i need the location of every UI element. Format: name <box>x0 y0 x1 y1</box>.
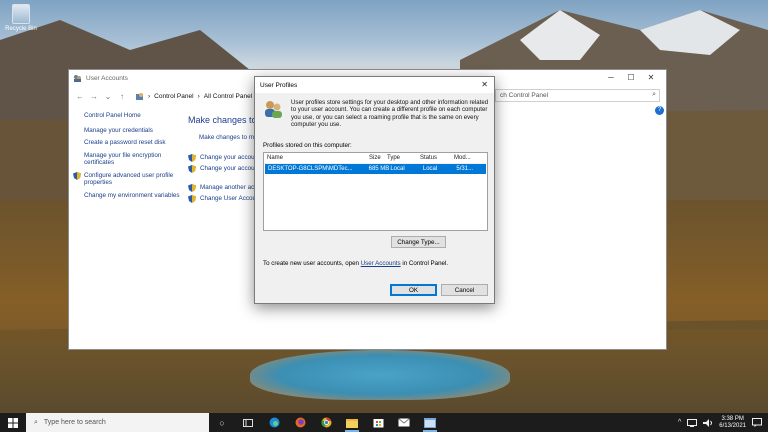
profiles-list[interactable]: Name Size Type Status Mod... DESKTOP-G8C… <box>263 152 488 231</box>
search-icon: ⌕ <box>652 91 656 98</box>
sidebar-item-encryption[interactable]: Manage your file encryption certificates <box>84 152 184 167</box>
link-label: Change your accou <box>200 154 255 161</box>
file-explorer-icon[interactable] <box>339 413 365 432</box>
intro-text: User profiles store settings for your de… <box>291 99 489 129</box>
back-button[interactable]: ← <box>75 92 85 101</box>
shield-icon <box>188 194 196 203</box>
task-view-icon[interactable] <box>235 413 261 432</box>
windows-logo-icon <box>8 417 18 428</box>
maximize-button[interactable]: ☐ <box>622 73 640 82</box>
change-uac-link[interactable]: Change User Accou <box>188 193 256 204</box>
column-size[interactable]: Size <box>369 155 387 161</box>
firefox-icon[interactable] <box>287 413 313 432</box>
breadcrumb-separator: › <box>148 92 151 100</box>
user-profiles-dialog: User Profiles ✕ User profiles store sett… <box>254 76 495 304</box>
profiles-stored-label: Profiles stored on this computer: <box>263 142 352 149</box>
help-icon[interactable]: ? <box>655 106 664 115</box>
list-header: Name Size Type Status Mod... <box>264 153 487 164</box>
make-changes-link[interactable]: Make changes to m <box>199 134 254 141</box>
breadcrumb-control-panel[interactable]: Control Panel <box>154 93 193 100</box>
breadcrumb: › Control Panel › All Control Panel Ite <box>135 92 261 101</box>
page-title: Make changes to <box>188 115 257 125</box>
taskbar-search-input[interactable]: ⌕ Type here to search <box>26 413 209 432</box>
recycle-bin-label: Recycle Bin <box>5 26 37 32</box>
users-icon <box>265 101 282 118</box>
change-type-button[interactable]: Change Type... <box>391 236 446 248</box>
shield-icon <box>188 164 196 173</box>
user-accounts-link[interactable]: User Accounts <box>361 260 401 267</box>
cancel-button[interactable]: Cancel <box>441 284 488 296</box>
forward-button[interactable]: → <box>89 92 99 101</box>
system-tray: ^ 3:38 PM 6/13/2021 <box>678 413 768 432</box>
breadcrumb-separator: › <box>197 92 200 100</box>
sidebar-item-password-reset[interactable]: Create a password reset disk <box>84 139 184 147</box>
recycle-bin-icon <box>12 4 30 24</box>
change-account-link-2[interactable]: Change your accou <box>188 163 256 174</box>
create-accounts-text: To create new user accounts, open User A… <box>263 260 448 267</box>
close-button[interactable]: ✕ <box>642 73 660 82</box>
control-panel-icon <box>136 92 143 100</box>
taskbar: ⌕ Type here to search ○ ^ 3:38 PM 6/13/2… <box>0 413 768 432</box>
shield-icon <box>188 153 196 162</box>
mail-icon[interactable] <box>391 413 417 432</box>
column-name[interactable]: Name <box>264 155 369 161</box>
manage-another-account-link[interactable]: Manage another ac <box>188 182 256 193</box>
cortana-icon[interactable]: ○ <box>209 413 235 432</box>
recent-locations-chevron-icon[interactable]: ⌄ <box>103 92 113 101</box>
search-placeholder: ch Control Panel <box>500 92 549 99</box>
change-account-link-1[interactable]: Change your accou <box>188 152 256 163</box>
clock-date: 6/13/2021 <box>719 422 746 429</box>
profile-row[interactable]: DESKTOP-G8CLSPM\MDTec... 685 MB Local Lo… <box>265 164 486 174</box>
sidebar-item-label: Configure advanced user profile properti… <box>84 171 174 187</box>
profile-modified: 5/31... <box>456 166 474 172</box>
profile-size: 685 MB <box>368 166 390 172</box>
link-label: Change User Accou <box>200 195 257 202</box>
control-panel-search-input[interactable]: ch Control Panel ⌕ <box>495 89 660 102</box>
breadcrumb-all-items[interactable]: All Control Panel Ite <box>204 93 261 100</box>
dialog-title: User Profiles <box>260 81 298 89</box>
link-label: Change your accou <box>200 165 255 172</box>
profile-name: DESKTOP-G8CLSPM\MDTec... <box>268 166 353 172</box>
shield-icon <box>73 171 81 180</box>
up-button[interactable]: ↑ <box>117 92 127 101</box>
search-placeholder: Type here to search <box>43 419 106 426</box>
column-type[interactable]: Type <box>387 155 420 161</box>
recycle-bin-shortcut[interactable]: Recycle Bin <box>4 4 38 32</box>
search-icon: ⌕ <box>34 418 38 426</box>
column-status[interactable]: Status <box>420 155 454 161</box>
lake <box>250 350 510 400</box>
dialog-intro: User profiles store settings for your de… <box>263 99 489 129</box>
link-label: Manage another ac <box>200 184 255 191</box>
minimize-button[interactable]: ─ <box>602 73 620 82</box>
window-title: User Accounts <box>86 75 128 82</box>
sidebar: Control Panel Home Manage your credentia… <box>73 112 184 204</box>
ok-button[interactable]: OK <box>390 284 437 296</box>
chrome-icon[interactable] <box>313 413 339 432</box>
sidebar-item-home[interactable]: Control Panel Home <box>84 112 184 120</box>
store-icon[interactable] <box>365 413 391 432</box>
user-accounts-taskbar-icon[interactable] <box>417 413 443 432</box>
create-suffix: in Control Panel. <box>402 260 449 267</box>
sidebar-item-env-vars[interactable]: Change my environment variables <box>84 192 184 200</box>
start-button[interactable] <box>0 413 26 432</box>
tray-chevron-up-icon[interactable]: ^ <box>678 419 681 426</box>
create-prefix: To create new user accounts, open <box>263 260 359 267</box>
column-modified[interactable]: Mod... <box>454 155 484 161</box>
user-accounts-icon <box>74 75 81 82</box>
notifications-icon[interactable] <box>752 418 762 427</box>
clock-time: 3:38 PM <box>721 415 744 422</box>
shield-icon <box>188 183 196 192</box>
clock[interactable]: 3:38 PM 6/13/2021 <box>719 416 746 430</box>
profile-status: Local <box>422 166 438 172</box>
dialog-close-button[interactable]: ✕ <box>481 80 488 89</box>
edge-icon[interactable] <box>261 413 287 432</box>
volume-icon[interactable] <box>703 418 713 427</box>
sidebar-item-credentials[interactable]: Manage your credentials <box>84 127 184 135</box>
network-icon[interactable] <box>687 418 698 427</box>
dialog-titlebar: User Profiles <box>255 77 494 93</box>
profile-type: Local <box>390 166 405 172</box>
task-links: Change your accou Change your accou Mana… <box>188 152 256 204</box>
sidebar-item-profile-properties[interactable]: Configure advanced user profile properti… <box>73 171 184 187</box>
